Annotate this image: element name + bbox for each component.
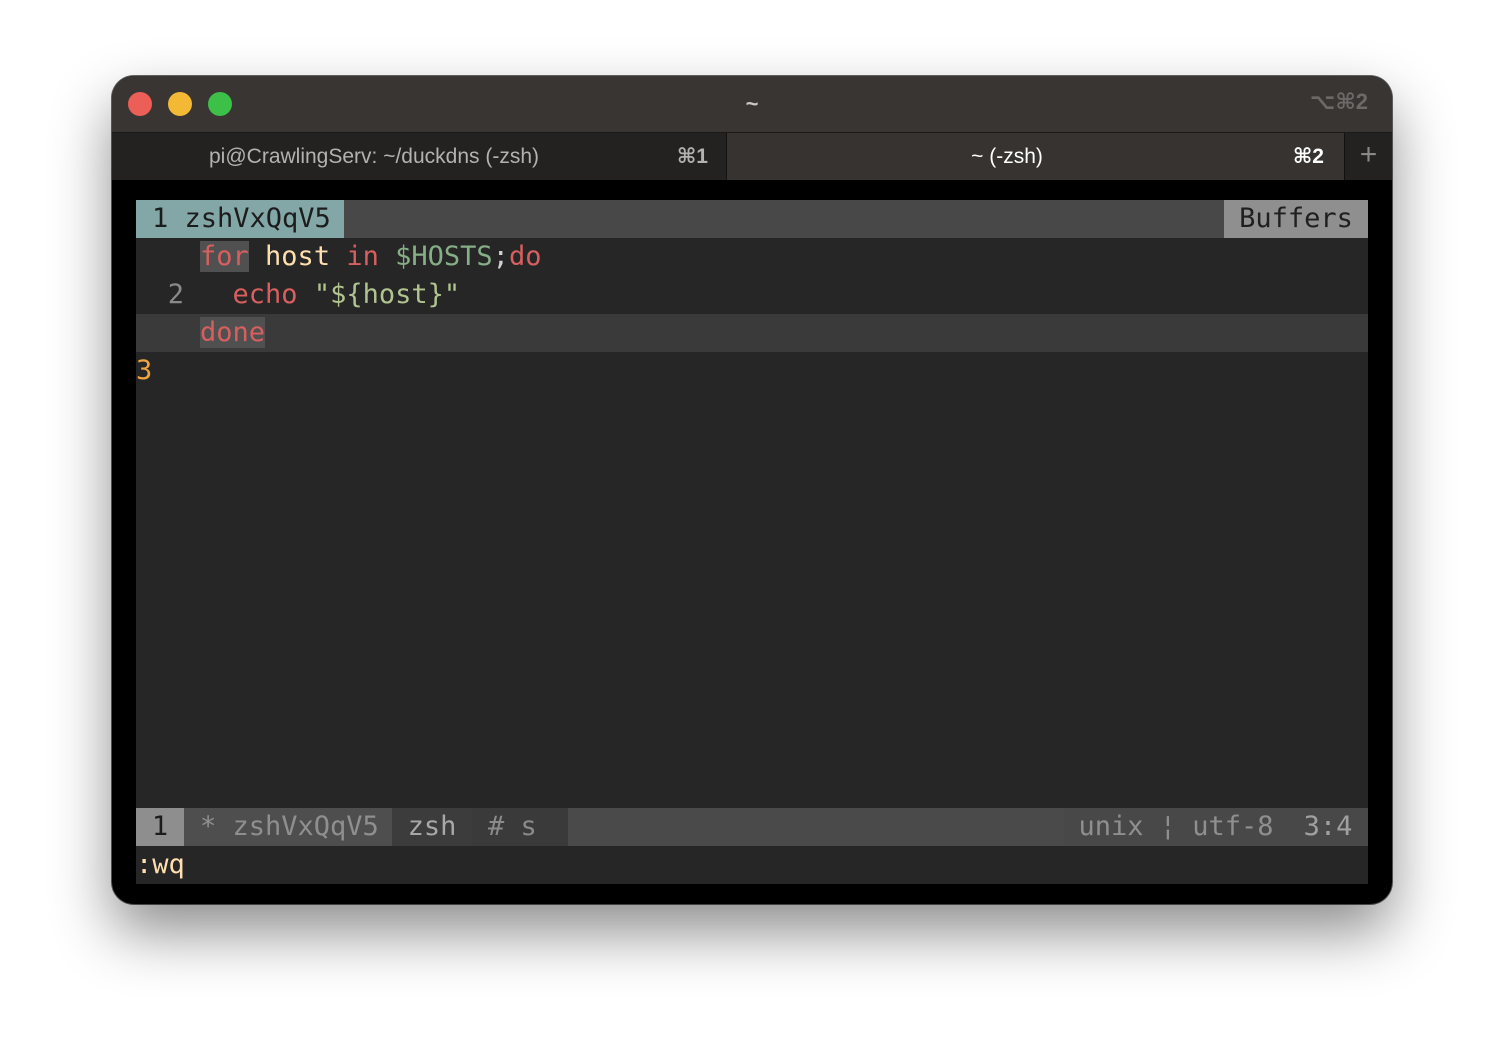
editor-line[interactable]: 1 echo "${host}" (136, 276, 1368, 348)
line-code: for host in $HOSTS;do (200, 238, 541, 276)
status-cursor-position: 3:4 (1288, 808, 1368, 846)
keyword-in: in (346, 241, 379, 272)
keyword-for: for (200, 241, 249, 272)
line-code: echo "${host}" (200, 276, 461, 314)
identifier-host: host (265, 241, 331, 272)
vim-command-line[interactable]: :wq (136, 846, 1368, 884)
tab-label: ~ (-zsh) (971, 145, 1043, 168)
active-buffer-tab[interactable]: 1 zshVxQqV5 (136, 200, 344, 238)
buffers-label: Buffers (1224, 200, 1368, 238)
vim-statusline: 1 * zshVxQqV5 zsh # s unix ¦ utf-8 3:4 (136, 808, 1368, 846)
tab-label: pi@CrawlingServ: ~/duckdns (-zsh) (209, 145, 540, 168)
builtin-echo: echo (232, 279, 298, 310)
variable-hosts: $HOSTS (395, 241, 493, 272)
line-code: done (200, 314, 266, 352)
string-host: "${host}" (313, 279, 461, 310)
keyword-done: done (200, 317, 266, 348)
tab-duckdns[interactable]: pi@CrawlingServ: ~/duckdns (-zsh) ⌘1 (112, 133, 726, 180)
tab-shortcut: ⌘2 (1292, 145, 1324, 168)
keyword-do: do (508, 241, 542, 272)
window-title: ~ (745, 91, 759, 116)
status-mode: 1 (136, 808, 184, 846)
editor-current-line[interactable]: 3 done (136, 314, 1368, 386)
editor-line[interactable]: 2 for host in $HOSTS;do (136, 238, 1368, 310)
vim-bufferline: 1 zshVxQqV5 Buffers (136, 200, 1368, 238)
status-encoding: unix ¦ utf-8 (1064, 808, 1288, 846)
terminal-window: ~ ⌥⌘2 pi@CrawlingServ: ~/duckdns (-zsh) … (112, 76, 1392, 904)
title-bar[interactable]: ~ ⌥⌘2 (112, 76, 1392, 132)
window-shortcut: ⌥⌘2 (1310, 89, 1368, 114)
semicolon: ; (492, 241, 509, 272)
status-misc: # s (472, 808, 568, 846)
tab-bar: pi@CrawlingServ: ~/duckdns (-zsh) ⌘1 ~ (… (112, 132, 1392, 180)
terminal-content[interactable]: 1 zshVxQqV5 Buffers 2 for host in $HOSTS… (136, 200, 1368, 884)
status-filetype: zsh (392, 808, 472, 846)
new-tab-plus-icon[interactable]: + (1344, 133, 1392, 180)
current-line-number: 3 (136, 355, 153, 386)
tab-home[interactable]: ~ (-zsh) ⌘2 (727, 133, 1344, 180)
command-text: :wq (136, 849, 185, 880)
tab-shortcut: ⌘1 (676, 145, 708, 168)
status-filename: * zshVxQqV5 (184, 808, 392, 846)
